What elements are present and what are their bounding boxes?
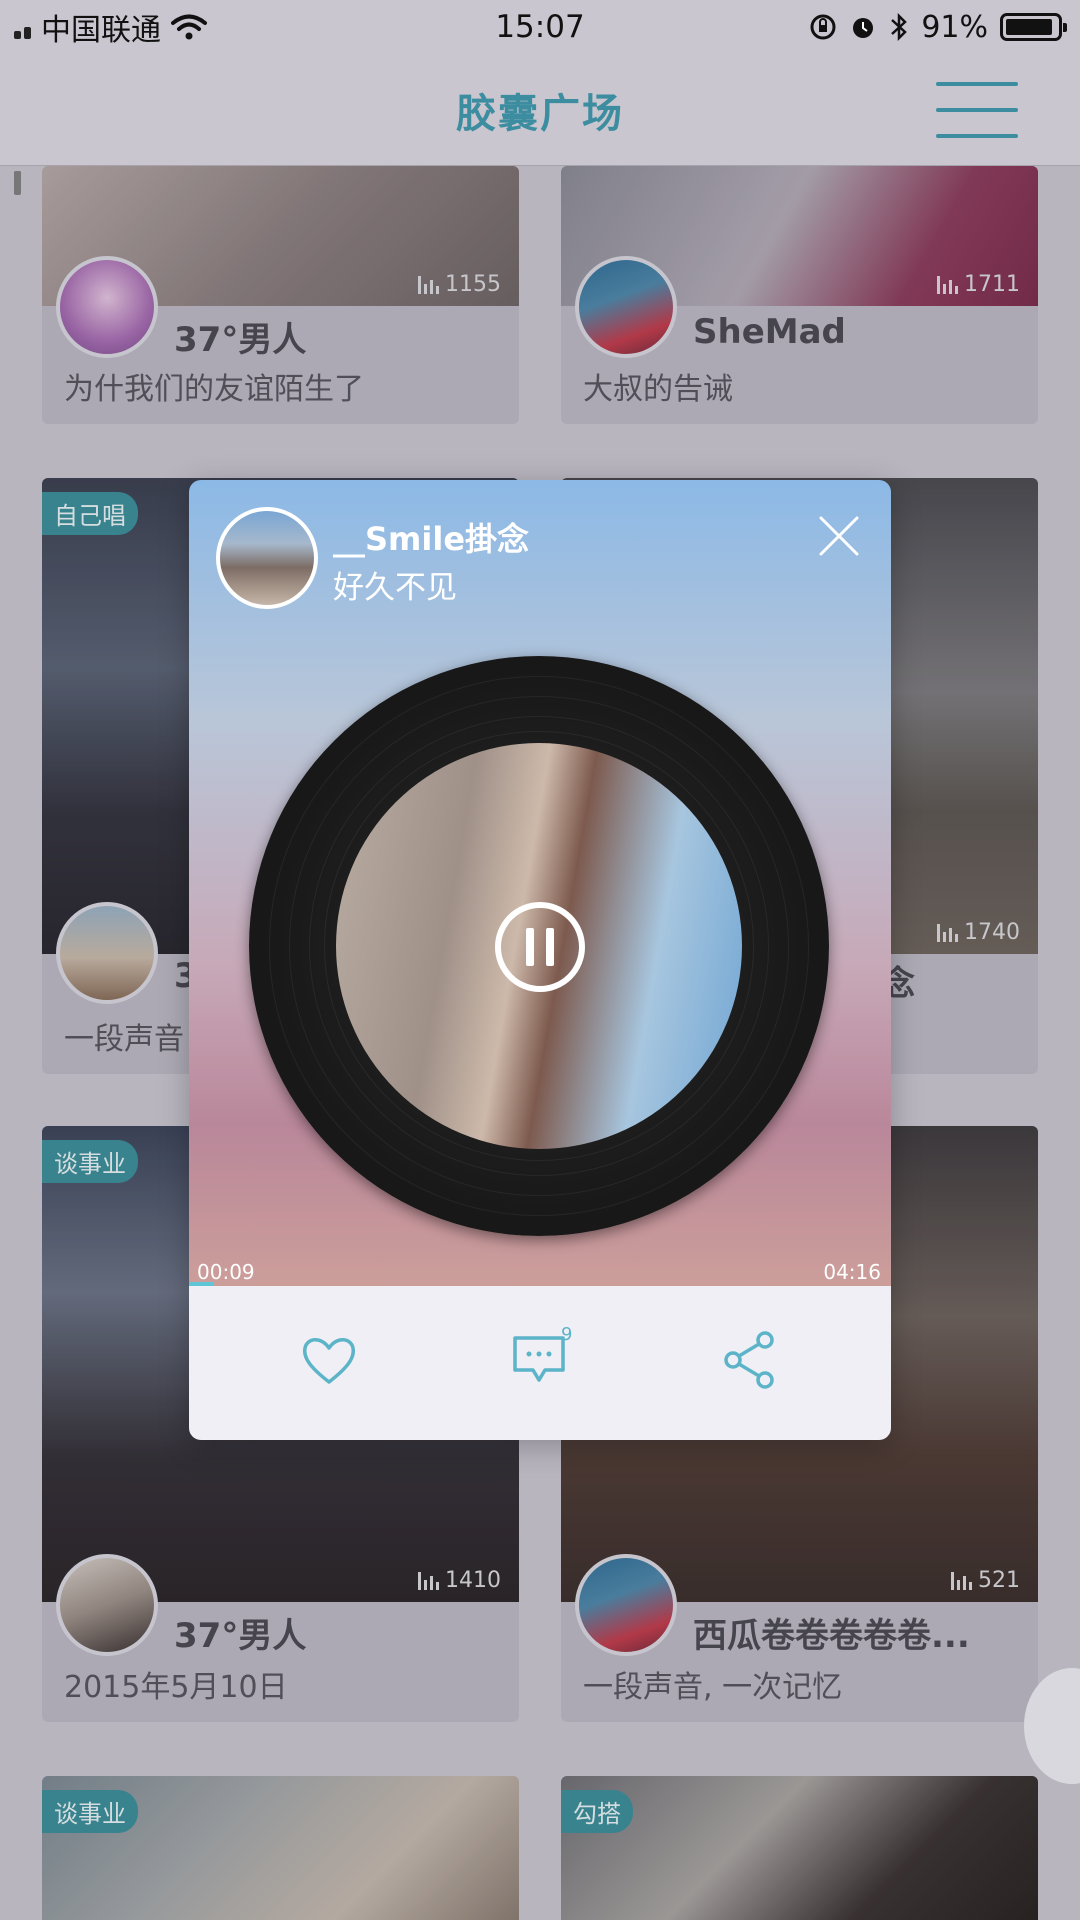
comment-count: 9 <box>561 1324 573 1345</box>
status-bar: 中国联通 15:07 91% <box>0 0 1080 195</box>
heart-icon[interactable] <box>299 1330 359 1390</box>
audio-player-popup: __Smile掛念 好久不见 00:09 04:16 9 <box>189 480 891 1440</box>
pause-button[interactable] <box>495 902 585 992</box>
battery-percent: 91% <box>921 9 988 45</box>
alarm-icon <box>853 18 874 38</box>
player-track-title: 好久不见 <box>333 570 457 606</box>
total-time: 04:16 <box>823 1260 881 1284</box>
player-actions: 9 <box>189 1286 891 1440</box>
player-avatar[interactable] <box>216 507 318 609</box>
comment-icon[interactable] <box>509 1330 569 1390</box>
rotation-lock-icon <box>810 14 836 40</box>
close-icon[interactable] <box>817 514 861 558</box>
player-user-name[interactable]: __Smile掛念 <box>333 514 529 560</box>
navbar: 胶囊广场 <box>0 54 1080 166</box>
current-time: 00:09 <box>197 1260 255 1284</box>
share-icon[interactable] <box>721 1330 781 1390</box>
battery-icon <box>1000 13 1067 41</box>
bluetooth-icon <box>891 12 908 42</box>
vinyl-record <box>249 656 829 1236</box>
menu-icon[interactable] <box>936 78 1018 142</box>
page-title: 胶囊广场 <box>456 90 624 137</box>
